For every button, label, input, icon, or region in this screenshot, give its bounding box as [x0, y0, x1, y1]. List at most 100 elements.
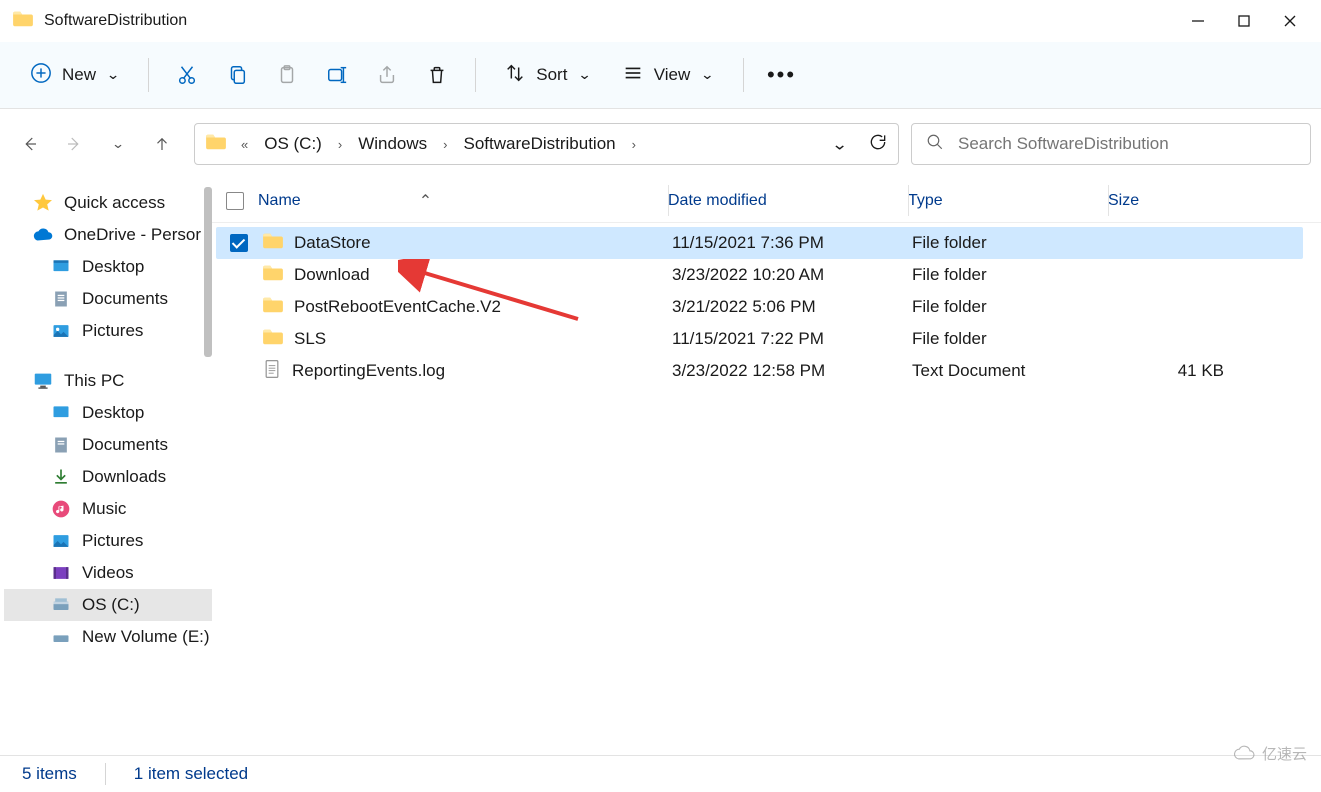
sidebar-item-desktop[interactable]: Desktop [4, 397, 212, 429]
sidebar-item-label: Documents [82, 435, 168, 455]
more-button[interactable]: ••• [760, 53, 804, 97]
column-headers: Name⌃ Date modified Type Size [212, 179, 1321, 223]
row-checkbox[interactable] [230, 234, 248, 252]
file-row[interactable]: PostRebootEventCache.V23/21/2022 5:06 PM… [216, 291, 1303, 323]
sidebar-item-pictures[interactable]: Pictures [4, 315, 212, 347]
file-date: 11/15/2021 7:36 PM [672, 233, 912, 253]
nav-recent-button[interactable]: ⌄ [108, 134, 128, 154]
status-item-count: 5 items [22, 764, 77, 784]
cut-button[interactable] [165, 53, 209, 97]
sidebar-item-pictures[interactable]: Pictures [4, 525, 212, 557]
copy-button[interactable] [215, 53, 259, 97]
new-button[interactable]: New ⌄ [18, 54, 132, 97]
file-date: 11/15/2021 7:22 PM [672, 329, 912, 349]
scrollbar-thumb[interactable] [204, 187, 212, 357]
sidebar-item-new-volume[interactable]: New Volume (E:) [4, 621, 212, 653]
file-row[interactable]: DataStore11/15/2021 7:36 PMFile folder [216, 227, 1303, 259]
file-type: File folder [912, 297, 1112, 317]
folder-icon [262, 328, 284, 351]
breadcrumb-overflow[interactable]: « [235, 137, 254, 152]
refresh-button[interactable] [868, 132, 888, 157]
drive-icon [50, 626, 72, 648]
file-row[interactable]: SLS 11/15/2021 7:22 PMFile folder [216, 323, 1303, 355]
search-input[interactable] [958, 134, 1296, 154]
sidebar-item-os-c[interactable]: OS (C:) [4, 589, 212, 621]
sidebar-item-label: Documents [82, 289, 168, 309]
maximize-button[interactable] [1221, 0, 1267, 42]
sidebar-item-this-pc[interactable]: This PC [4, 365, 212, 397]
sidebar-item-label: OneDrive - Persor [64, 225, 201, 245]
status-bar: 5 items 1 item selected [0, 755, 1321, 792]
sidebar-item-onedrive[interactable]: OneDrive - Persor [4, 219, 212, 251]
file-row[interactable]: ReportingEvents.log3/23/2022 12:58 PMTex… [216, 355, 1303, 387]
search-bar[interactable] [911, 123, 1311, 165]
sidebar-item-quick-access[interactable]: Quick access [4, 187, 212, 219]
nav-forward-button[interactable] [64, 134, 84, 154]
sort-icon [504, 62, 526, 89]
folder-icon [262, 232, 284, 255]
view-button[interactable]: View ⌄ [610, 54, 727, 97]
sidebar-item-label: New Volume (E:) [82, 627, 210, 647]
plus-circle-icon [30, 62, 52, 89]
close-button[interactable] [1267, 0, 1313, 42]
sort-button[interactable]: Sort ⌄ [492, 54, 603, 97]
sidebar-item-documents[interactable]: Documents [4, 283, 212, 315]
folder-icon [205, 133, 227, 156]
sidebar-item-label: Quick access [64, 193, 165, 213]
picture-icon [50, 530, 72, 552]
share-button[interactable] [365, 53, 409, 97]
chevron-right-icon: › [332, 137, 348, 152]
column-header-date[interactable]: Date modified [668, 192, 908, 210]
file-name: SLS [294, 329, 326, 349]
nav-up-button[interactable] [152, 134, 172, 154]
document-icon [50, 434, 72, 456]
breadcrumb-segment[interactable]: OS (C:) [262, 132, 324, 156]
sort-ascending-icon: ⌃ [419, 191, 435, 211]
chevron-down-icon: ⌄ [700, 67, 714, 83]
nav-back-button[interactable] [20, 134, 40, 154]
cloud-icon [32, 224, 54, 246]
separator [743, 58, 744, 92]
file-name: ReportingEvents.log [292, 361, 445, 381]
file-type: File folder [912, 329, 1112, 349]
sidebar-item-videos[interactable]: Videos [4, 557, 212, 589]
chevron-right-icon: › [626, 137, 642, 152]
address-bar[interactable]: « OS (C:) › Windows › SoftwareDistributi… [194, 123, 899, 165]
file-date: 3/23/2022 12:58 PM [672, 361, 912, 381]
chevron-down-icon: ⌄ [106, 67, 120, 83]
breadcrumb-segment[interactable]: SoftwareDistribution [462, 132, 618, 156]
sidebar-item-documents[interactable]: Documents [4, 429, 212, 461]
column-header-size[interactable]: Size [1108, 192, 1238, 210]
column-header-type[interactable]: Type [908, 192, 1108, 210]
delete-button[interactable] [415, 53, 459, 97]
star-icon [32, 192, 54, 214]
titlebar: SoftwareDistribution [0, 0, 1321, 42]
folder-icon [262, 264, 284, 287]
sidebar-item-downloads[interactable]: Downloads [4, 461, 212, 493]
sidebar-item-music[interactable]: Music [4, 493, 212, 525]
sort-label: Sort [536, 65, 567, 85]
paste-button[interactable] [265, 53, 309, 97]
new-label: New [62, 65, 96, 85]
rename-button[interactable] [315, 53, 359, 97]
status-item-selected: 1 item selected [134, 764, 248, 784]
sidebar-item-label: Pictures [82, 321, 143, 341]
monitor-icon [32, 370, 54, 392]
folder-icon [12, 10, 34, 33]
document-icon [50, 288, 72, 310]
sidebar-item-label: OS (C:) [82, 595, 140, 615]
breadcrumb-segment[interactable]: Windows [356, 132, 429, 156]
column-header-name[interactable]: Name⌃ [258, 191, 668, 211]
file-row[interactable]: Download3/23/2022 10:20 AMFile folder [216, 259, 1303, 291]
addressbar-dropdown[interactable]: ⌄ [831, 134, 848, 154]
sidebar-item-label: Music [82, 499, 126, 519]
minimize-button[interactable] [1175, 0, 1221, 42]
music-icon [50, 498, 72, 520]
search-icon [926, 133, 944, 156]
watermark: 亿速云 [1232, 743, 1307, 764]
sidebar-item-desktop[interactable]: Desktop [4, 251, 212, 283]
navigation-pane: Quick access OneDrive - Persor Desktop D… [0, 179, 212, 755]
select-all-checkbox[interactable] [226, 192, 244, 210]
file-name: Download [294, 265, 370, 285]
download-icon [50, 466, 72, 488]
